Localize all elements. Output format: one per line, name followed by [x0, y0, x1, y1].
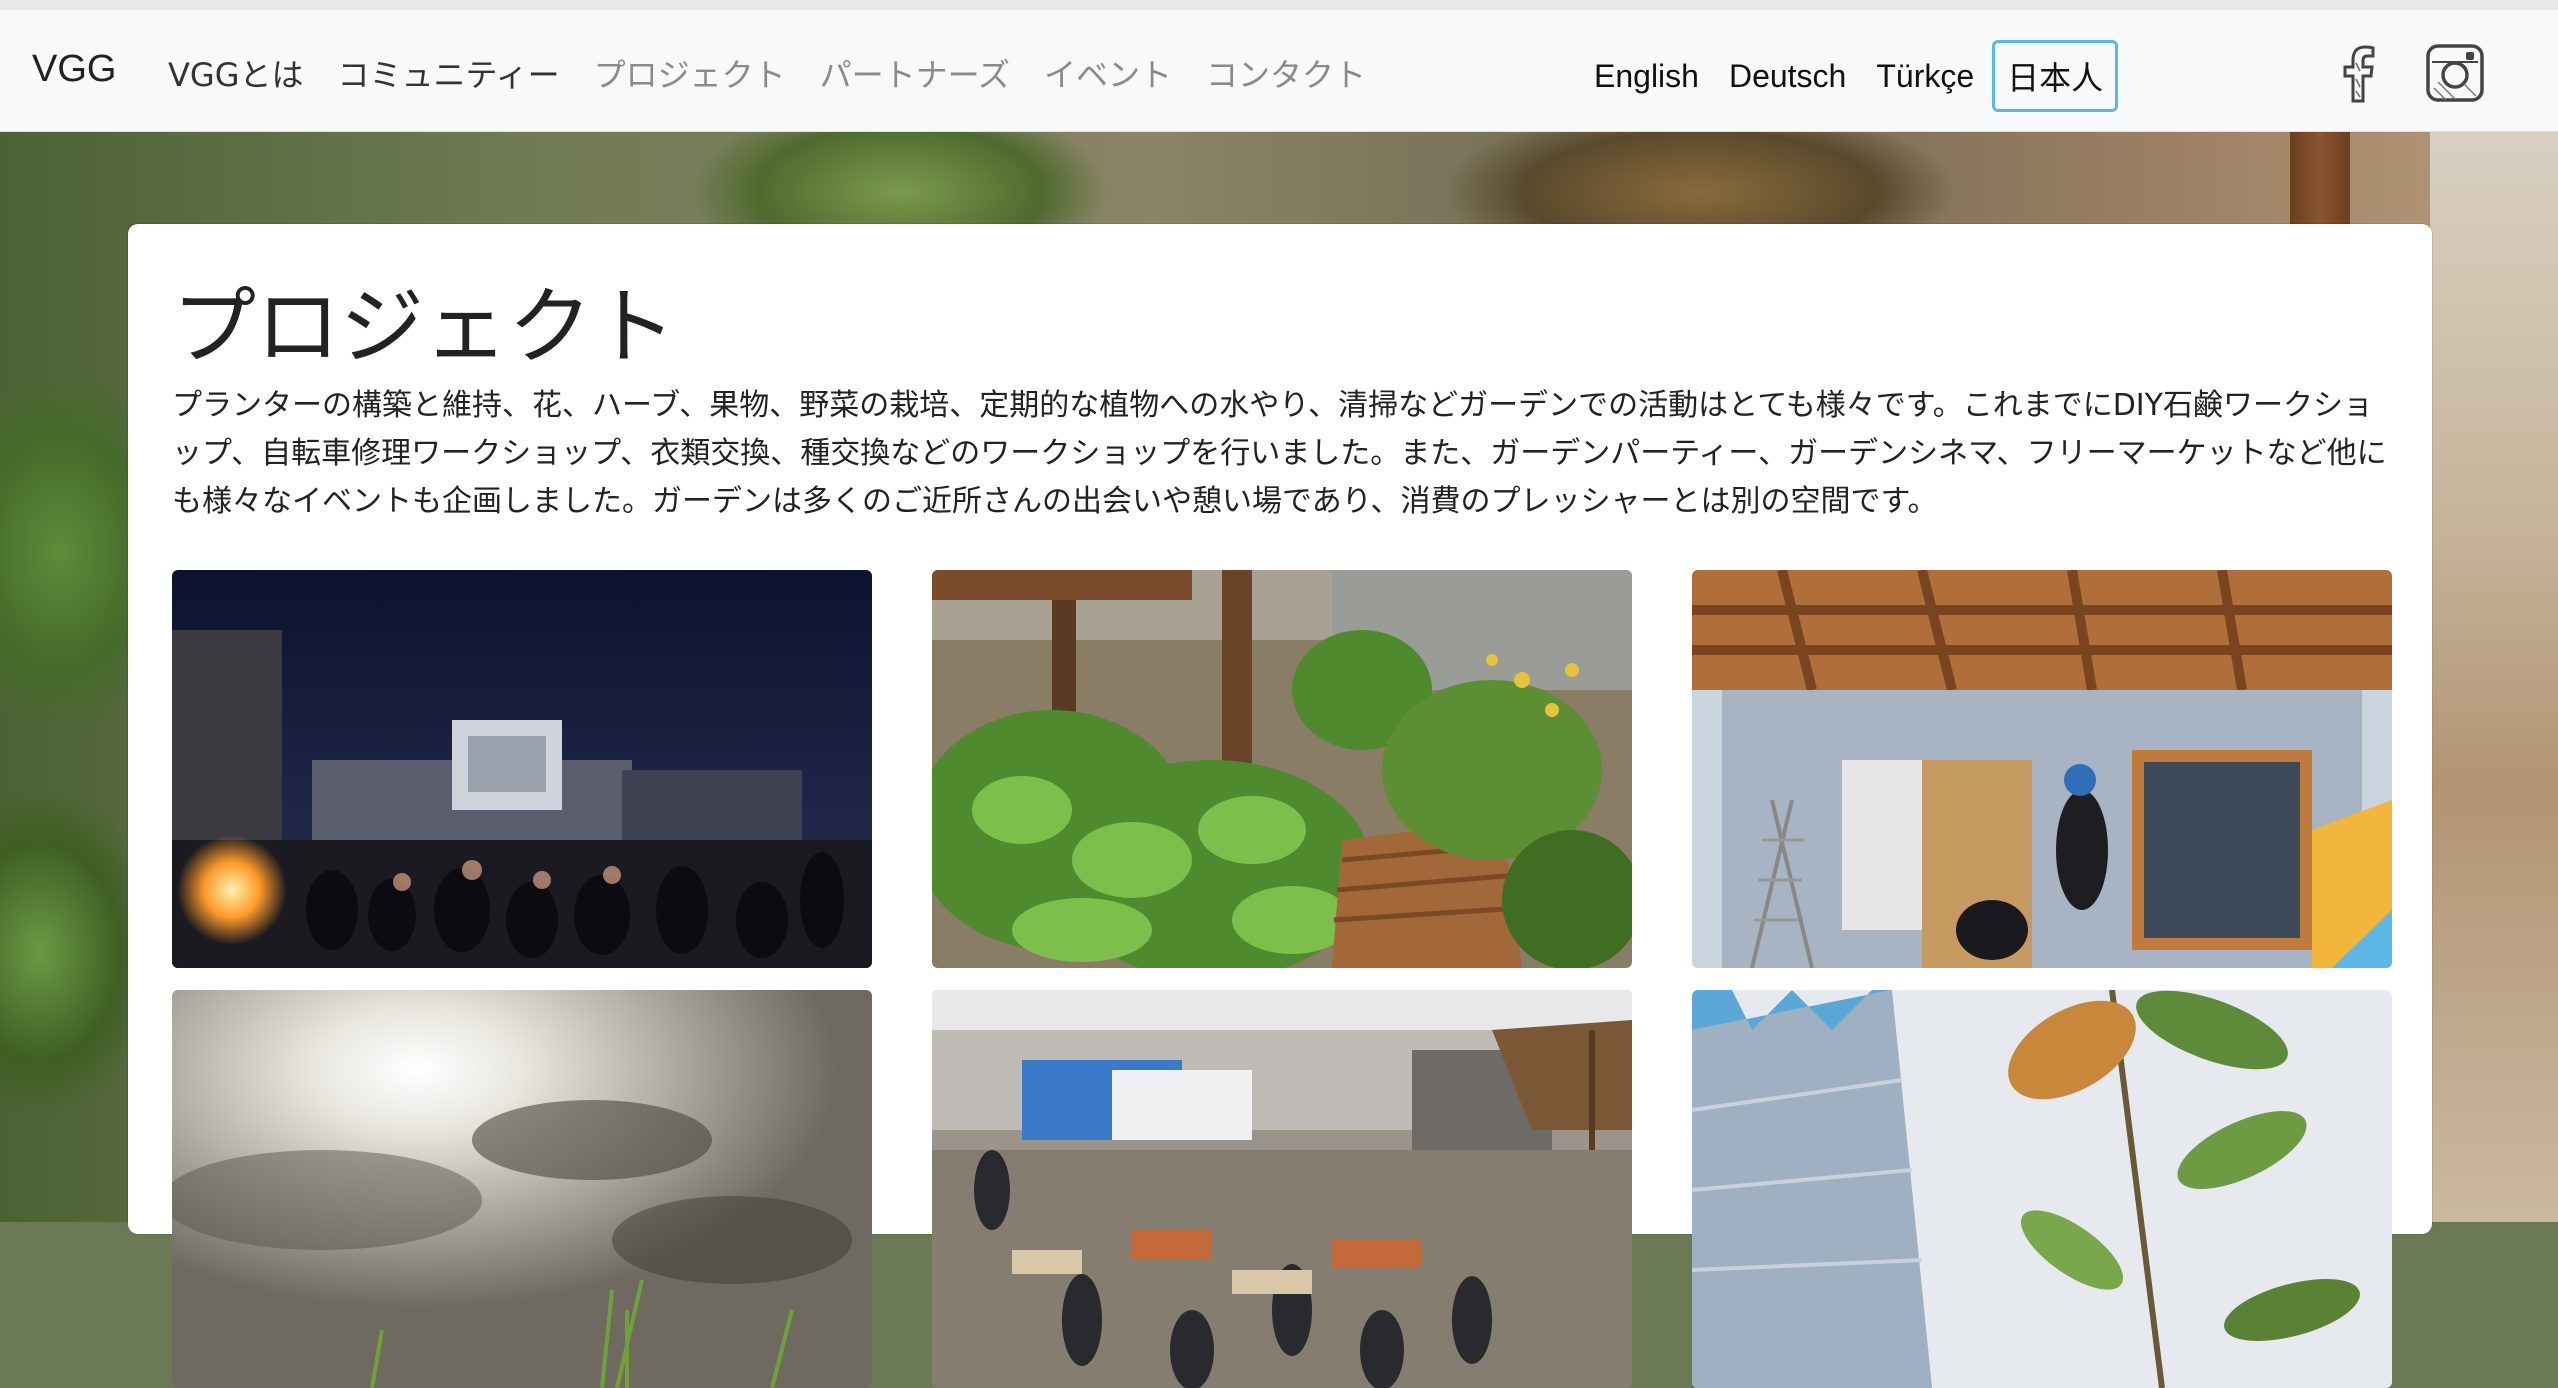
project-photo-container-painting[interactable] [1692, 570, 2392, 968]
nav-item-events[interactable]: イベント [1044, 50, 1172, 96]
project-photo-sunlit-puddle[interactable] [172, 990, 872, 1388]
page-title: プロジェクト [172, 278, 677, 376]
content-card: プロジェクト プランターの構築と維持、花、ハーブ、果物、野菜の栽培、定期的な植物… [128, 224, 2432, 1388]
lang-deutsch[interactable]: Deutsch [1717, 46, 1858, 107]
language-switcher: English Deutsch Türkçe 日本人 [1582, 40, 2119, 112]
project-photo-plant-closeup[interactable] [1692, 990, 2392, 1388]
lang-japanese[interactable]: 日本人 [1992, 40, 2119, 112]
lang-turkce[interactable]: Türkçe [1864, 46, 1986, 107]
intro-paragraph: プランターの構築と維持、花、ハーブ、果物、野菜の栽培、定期的な植物への水やり、清… [172, 388, 2387, 519]
project-photo-herb-planter[interactable] [932, 570, 1632, 968]
nav-item-partners[interactable]: パートナーズ [820, 50, 1010, 96]
nav-item-contact[interactable]: コンタクト [1206, 50, 1366, 96]
project-photo-garden-cinema[interactable] [172, 570, 872, 968]
brand-logo[interactable]: VGG [32, 48, 116, 91]
project-photo-flea-market[interactable] [932, 990, 1632, 1388]
main-nav: VGGとは コミュニティー プロジェクト パートナーズ イベント コンタクト [168, 50, 1366, 96]
nav-item-about[interactable]: VGGとは [168, 50, 304, 96]
lang-english[interactable]: English [1582, 46, 1711, 107]
nav-item-projects[interactable]: プロジェクト [594, 50, 786, 96]
instagram-icon[interactable] [2422, 40, 2488, 106]
nav-item-community[interactable]: コミュニティー [338, 50, 560, 96]
facebook-icon[interactable] [2326, 40, 2392, 106]
navbar: VGG VGGとは コミュニティー プロジェクト パートナーズ イベント コンタ… [0, 10, 2558, 132]
project-photo-grid [172, 570, 2392, 1388]
background-right-photo [2430, 132, 2558, 1222]
